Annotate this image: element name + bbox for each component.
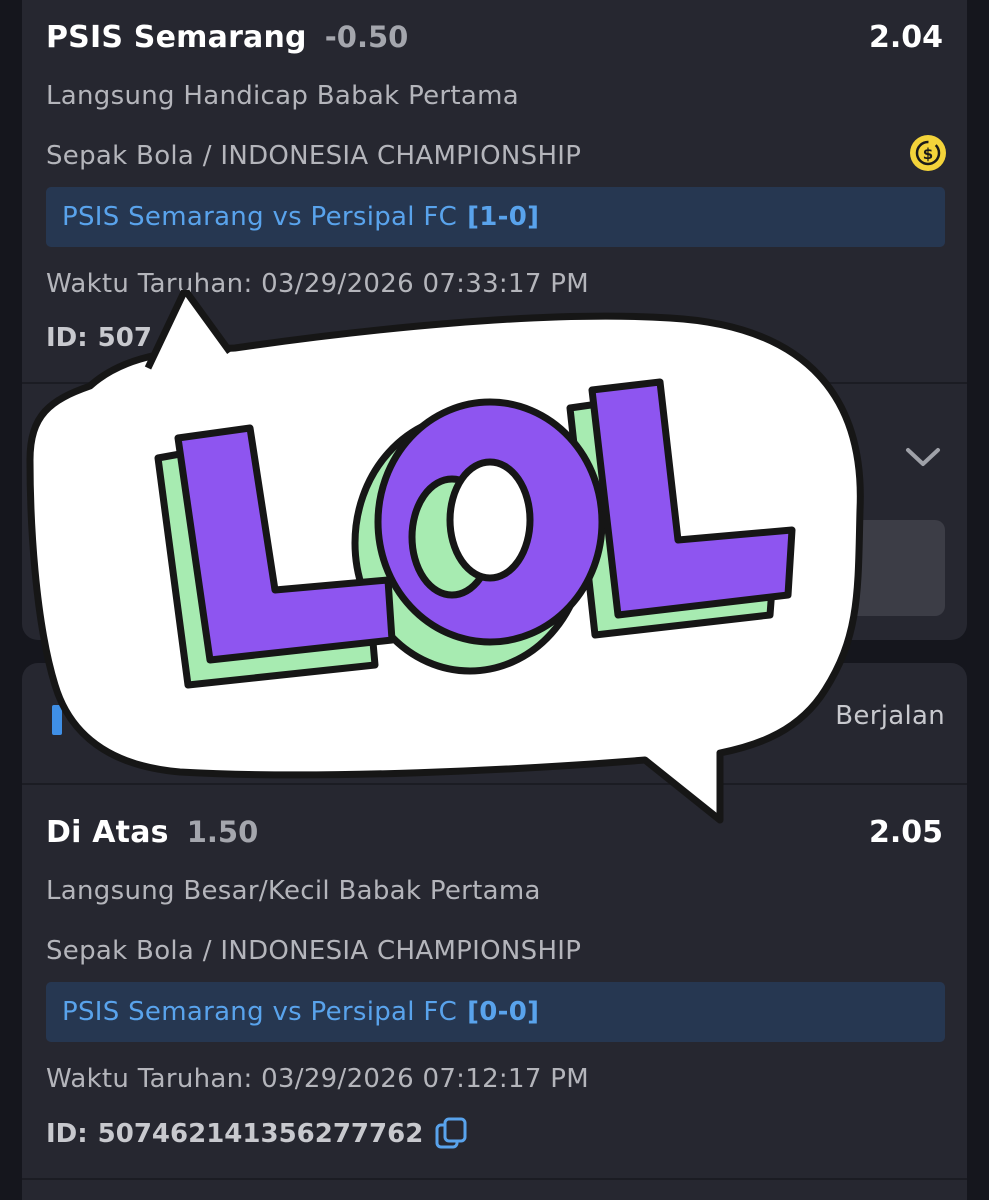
- bet-header: PSIS Semarang -0.50 2.04: [46, 20, 943, 55]
- match-score: [1-0]: [467, 202, 540, 232]
- match-name: PSIS Semarang vs Persipal FC: [62, 997, 458, 1027]
- lol-o-inner: [446, 458, 534, 582]
- chevron-down-icon[interactable]: [903, 442, 943, 472]
- selection-name: PSIS Semarang: [46, 20, 307, 55]
- league-name: Sepak Bola / INDONESIA CHAMPIONSHIP: [46, 936, 582, 966]
- match-link[interactable]: PSIS Semarang vs Persipal FC [1-0]: [46, 187, 945, 247]
- match-name: PSIS Semarang vs Persipal FC: [62, 202, 458, 232]
- match-score: [0-0]: [467, 997, 540, 1027]
- bet-id-label: ID:: [46, 1119, 88, 1149]
- bet-id: ID: 507462141356277762: [46, 1116, 469, 1152]
- market-name: Langsung Besar/Kecil Babak Pertama: [46, 876, 541, 906]
- bet-time-value: 03/29/2026 07:12:17 PM: [261, 1064, 589, 1094]
- bet-id-value: 507462141356277762: [97, 1119, 424, 1149]
- svg-text:$: $: [923, 145, 933, 163]
- bet-time: Waktu Taruhan: 03/29/2026 07:12:17 PM: [46, 1064, 589, 1094]
- divider: [22, 1178, 967, 1180]
- bet-time-label: Waktu Taruhan:: [46, 1064, 253, 1094]
- league-name: Sepak Bola / INDONESIA CHAMPIONSHIP: [46, 141, 582, 171]
- market-name: Langsung Handicap Babak Pertama: [46, 81, 520, 111]
- speech-bubble-sticker: [26, 290, 864, 824]
- match-link[interactable]: PSIS Semarang vs Persipal FC [0-0]: [46, 982, 945, 1042]
- handicap-value: -0.50: [324, 20, 409, 54]
- odds-value: 2.04: [868, 20, 943, 55]
- coin-icon: $: [910, 135, 946, 171]
- bet-list: PSIS Semarang -0.50 2.04 Langsung Handic…: [0, 0, 989, 1200]
- copy-icon[interactable]: [433, 1116, 469, 1152]
